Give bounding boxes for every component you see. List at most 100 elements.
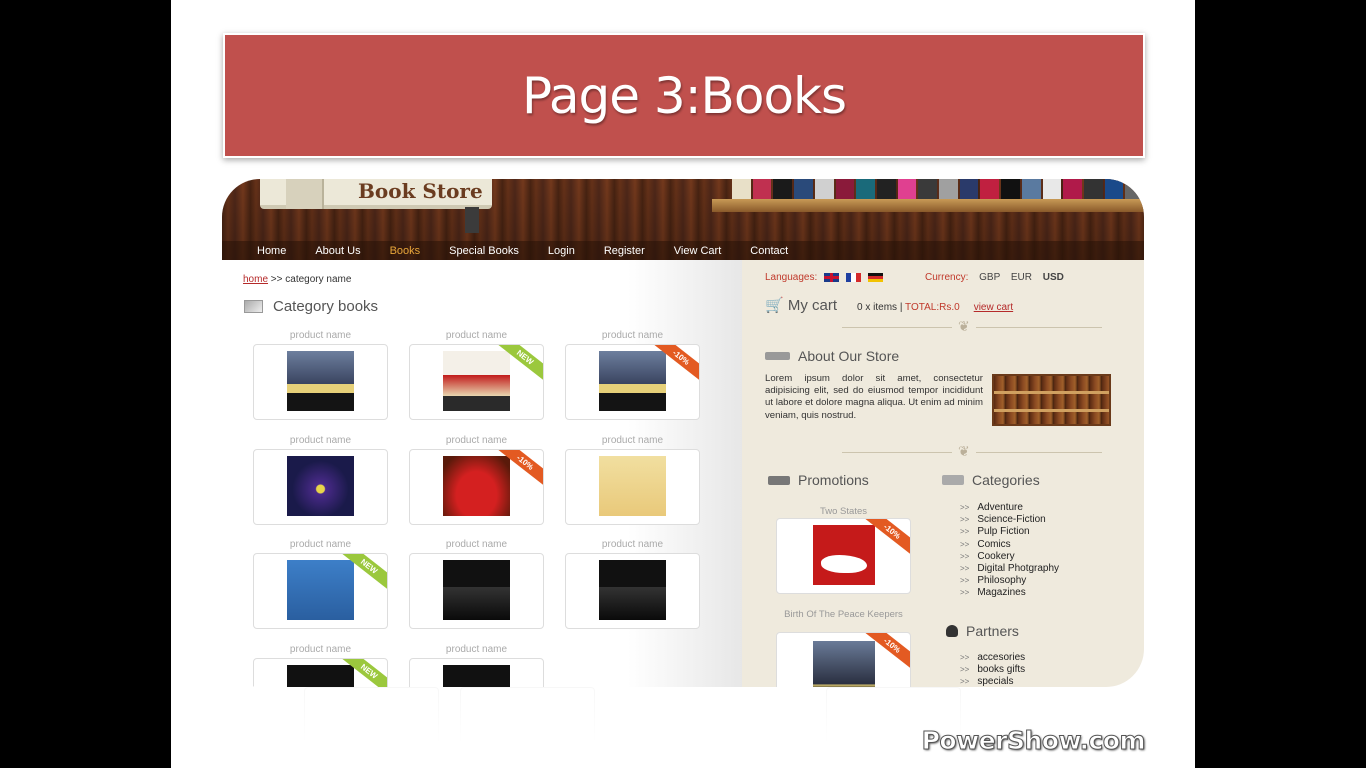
promo-card-2[interactable]: -10%: [776, 632, 911, 687]
book-cover-image[interactable]: [599, 351, 666, 411]
product-name[interactable]: product name: [253, 435, 388, 447]
book-cover-image[interactable]: [443, 455, 510, 516]
nav-view-cart[interactable]: View Cart: [674, 245, 721, 257]
promo-cover-birth: [813, 641, 875, 687]
product-name[interactable]: product name: [409, 435, 544, 447]
breadcrumb-home-link[interactable]: home: [243, 274, 268, 285]
book-cover-image[interactable]: [443, 351, 510, 411]
book-spine: [286, 179, 324, 209]
product-card[interactable]: NEW: [409, 344, 544, 420]
nav-about-us[interactable]: About Us: [315, 245, 360, 257]
shelf-book: [918, 179, 938, 199]
book-logo[interactable]: Book Store: [260, 179, 492, 233]
product-card[interactable]: -10%: [565, 344, 700, 420]
product-card[interactable]: [253, 344, 388, 420]
partner-item[interactable]: accesories: [960, 652, 1025, 664]
product-card[interactable]: [565, 448, 700, 525]
currency-label: Currency:: [925, 272, 969, 283]
product-card[interactable]: NEW: [253, 657, 388, 687]
user-icon: [946, 625, 958, 637]
product-card[interactable]: [409, 657, 544, 687]
partner-item[interactable]: specials: [960, 676, 1025, 687]
book-cover-image[interactable]: [443, 560, 510, 620]
cart-info: 0 x items | TOTAL:Rs.0: [857, 302, 960, 313]
book-cover-image[interactable]: [599, 455, 666, 516]
book-cover-image[interactable]: [287, 455, 354, 516]
ornament-divider: [842, 318, 1102, 337]
flag-france-icon[interactable]: [846, 273, 862, 282]
nav-contact[interactable]: Contact: [750, 245, 788, 257]
product-name[interactable]: product name: [409, 644, 544, 656]
category-item[interactable]: Adventure: [960, 502, 1059, 514]
book-cover-image[interactable]: [287, 664, 354, 687]
book-cover-image[interactable]: [443, 664, 510, 687]
book-cover-image[interactable]: [599, 560, 666, 620]
slide-title: Page 3:Books: [521, 66, 847, 125]
book-cover-image[interactable]: [287, 351, 354, 411]
box-icon: [244, 300, 263, 313]
currency-eur[interactable]: EUR: [1011, 272, 1032, 283]
product-name[interactable]: product name: [565, 435, 700, 447]
categories-title: Categories: [972, 472, 1040, 488]
view-cart-link[interactable]: view cart: [974, 302, 1013, 313]
nav-special-books[interactable]: Special Books: [449, 245, 519, 257]
shelf-book: [959, 179, 979, 199]
nav-login[interactable]: Login: [548, 245, 575, 257]
currency-gbp[interactable]: GBP: [979, 272, 1000, 283]
product-item: product name: [565, 539, 700, 629]
cart-items: 0 x items |: [857, 302, 903, 313]
about-title: About Our Store: [798, 348, 900, 364]
category-item[interactable]: Pulp Fiction: [960, 526, 1059, 538]
nav-home[interactable]: Home: [257, 245, 286, 257]
category-item[interactable]: Science-Fiction: [960, 514, 1059, 526]
flag-germany-icon[interactable]: [868, 273, 884, 282]
promo-card-1[interactable]: -10%: [776, 518, 911, 594]
shelf-book: [773, 179, 793, 199]
category-item[interactable]: Comics: [960, 539, 1059, 551]
product-name[interactable]: product name: [565, 539, 700, 551]
currency-usd[interactable]: USD: [1043, 272, 1064, 283]
folder-icon: [942, 475, 964, 485]
breadcrumb: home >> category name: [243, 274, 351, 285]
shelf-book: [980, 179, 1000, 199]
product-item: product name NEW: [253, 644, 388, 687]
product-card[interactable]: -10%: [409, 448, 544, 525]
shelf-book: [794, 179, 813, 199]
shelf-books-decoration: [732, 179, 1144, 199]
product-card[interactable]: [253, 448, 388, 525]
slide-title-box: Page 3:Books: [223, 33, 1145, 158]
shelf-book: [856, 179, 875, 199]
book-cover-image[interactable]: [287, 560, 354, 620]
product-card[interactable]: [409, 553, 544, 629]
product-name[interactable]: product name: [253, 644, 388, 656]
shelf-book: [876, 179, 896, 199]
nav-books[interactable]: Books: [390, 245, 421, 257]
breadcrumb-separator: >>: [270, 274, 283, 285]
nav-register[interactable]: Register: [604, 245, 645, 257]
category-item[interactable]: Digital Photgraphy: [960, 563, 1059, 575]
my-cart-text: My cart: [787, 297, 838, 314]
product-name[interactable]: product name: [253, 330, 388, 342]
shelf-book: [1083, 179, 1103, 199]
flag-uk-icon[interactable]: [824, 273, 840, 282]
shelf-book: [897, 179, 917, 199]
category-item[interactable]: Cookery: [960, 551, 1059, 563]
partners-title: Partners: [966, 623, 1019, 639]
product-item: product name -10%: [409, 435, 544, 525]
product-card[interactable]: [565, 553, 700, 629]
product-item: product name NEW: [253, 539, 388, 629]
cart-icon: 🛒: [765, 297, 784, 314]
shelf-book: [752, 179, 772, 199]
bookshelf-image: [992, 374, 1111, 426]
category-item[interactable]: Magazines: [960, 587, 1059, 599]
partners-heading: Partners: [946, 623, 1019, 639]
product-name[interactable]: product name: [409, 539, 544, 551]
product-name[interactable]: product name: [409, 330, 544, 342]
product-name[interactable]: product name: [565, 330, 700, 342]
partner-item[interactable]: books gifts: [960, 664, 1025, 676]
product-card[interactable]: NEW: [253, 553, 388, 629]
product-name[interactable]: product name: [253, 539, 388, 551]
languages-label: Languages:: [765, 272, 818, 283]
category-books-title: Category books: [273, 298, 379, 315]
category-item[interactable]: Philosophy: [960, 575, 1059, 587]
